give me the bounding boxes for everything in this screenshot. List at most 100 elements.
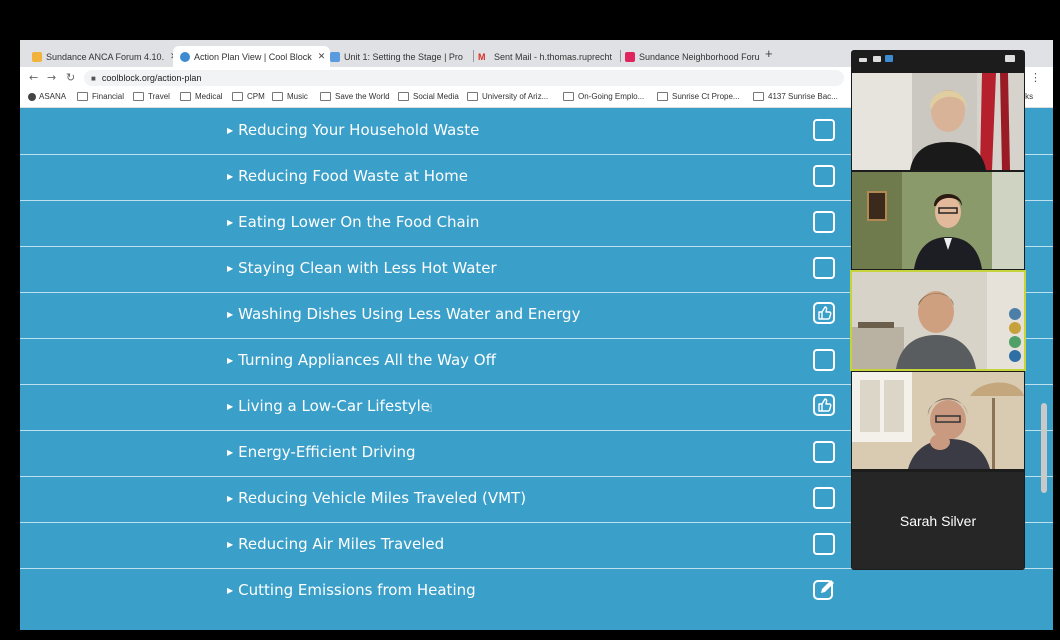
bookmark-folder[interactable]: Financial <box>77 92 124 101</box>
action-item-title[interactable]: ▶ Living a Low-Car Lifestyle <box>227 397 430 415</box>
action-item-label: Washing Dishes Using Less Water and Ener… <box>238 305 581 323</box>
tab-gmail[interactable]: M Sent Mail - h.thomas.ruprecht ✕ <box>478 46 618 67</box>
bookmark-label: On-Going Emplo... <box>578 92 645 101</box>
bookmark-label: Medical <box>195 92 223 101</box>
checkbox[interactable] <box>813 441 835 463</box>
bookmark-label: Sunrise Ct Prope... <box>672 92 740 101</box>
action-item-title[interactable]: ▶ Eating Lower On the Food Chain <box>227 213 479 231</box>
grid-view-icon[interactable] <box>873 56 881 62</box>
checkbox[interactable] <box>813 211 835 233</box>
minimize-icon[interactable] <box>859 58 867 62</box>
checkbox[interactable] <box>813 533 835 555</box>
bookmark-folder[interactable]: Save the World <box>320 92 390 101</box>
browser-menu-icon[interactable]: ⋮ <box>1030 71 1041 84</box>
folder-icon <box>563 92 574 101</box>
bookmark-folder[interactable]: 4137 Sunrise Bac... <box>753 92 838 101</box>
tab-action-plan[interactable]: Action Plan View | Cool Block ✕ <box>173 46 330 67</box>
action-item-label: Energy-Efficient Driving <box>238 443 416 461</box>
thumbs-up-icon[interactable] <box>813 394 835 416</box>
new-tab-button[interactable]: + <box>765 46 773 61</box>
participant-video[interactable] <box>852 73 1024 170</box>
tab-sundance-forum[interactable]: Sundance ANCA Forum 4.10. ✕ <box>32 46 176 67</box>
tab-label: Sundance ANCA Forum 4.10. <box>46 51 165 62</box>
bookmark-label: University of Ariz... <box>482 92 549 101</box>
bookmark-label: Save the World <box>335 92 390 101</box>
folder-icon <box>133 92 144 101</box>
checkbox[interactable] <box>813 349 835 371</box>
url-text: coolblock.org/action-plan <box>101 73 202 83</box>
bookmark-folder[interactable]: Medical <box>180 92 223 101</box>
tab-label: Sent Mail - h.thomas.ruprecht <box>494 51 613 62</box>
tab-sundance-neighborhood[interactable]: Sundance Neighborhood Foru ✕ <box>625 46 762 67</box>
bookmark-asana[interactable]: ASANA <box>28 92 66 101</box>
panel-toolbar <box>851 50 1025 72</box>
fullscreen-icon[interactable] <box>1005 55 1015 62</box>
back-arrow-icon[interactable]: ← <box>29 71 38 84</box>
caret-right-icon: ▶ <box>227 402 234 411</box>
address-bar[interactable]: ■ coolblock.org/action-plan <box>84 70 844 86</box>
tab-divider <box>620 50 621 62</box>
tab-unit-1[interactable]: Unit 1: Setting the Stage | Pro ✕ <box>330 46 470 67</box>
edit-icon[interactable] <box>813 578 835 600</box>
bookmark-label: CPM <box>247 92 265 101</box>
action-item-label: Living a Low-Car Lifestyle <box>238 397 431 415</box>
forward-arrow-icon[interactable]: → <box>47 71 56 84</box>
checkbox[interactable] <box>813 257 835 279</box>
checkbox[interactable] <box>813 165 835 187</box>
action-item-title[interactable]: ▶ Reducing Your Household Waste <box>227 121 479 139</box>
hand-cursor-icon: ☝ <box>426 402 433 415</box>
tab-label: Sundance Neighborhood Foru <box>639 51 760 62</box>
caret-right-icon: ▶ <box>227 494 234 503</box>
action-item-title[interactable]: ▶ Turning Appliances All the Way Off <box>227 351 496 369</box>
globe-icon <box>180 51 190 62</box>
bookmark-label: Financial <box>92 92 125 101</box>
participant-video-image <box>852 172 1024 269</box>
bookmark-folder[interactable]: Sunrise Ct Prope... <box>657 92 740 101</box>
speaker-view-icon[interactable] <box>885 55 893 62</box>
bookmark-label: Social Media <box>413 92 459 101</box>
checkbox[interactable] <box>813 487 835 509</box>
tab-divider <box>473 50 474 62</box>
bookmark-label: 4137 Sunrise Bac... <box>768 92 838 101</box>
participant-video[interactable] <box>852 172 1024 269</box>
action-item-label: Staying Clean with Less Hot Water <box>238 259 497 277</box>
bookmark-folder[interactable]: Social Media <box>398 92 459 101</box>
action-item-label: Reducing Food Waste at Home <box>238 167 469 185</box>
action-item-title[interactable]: ▶ Cutting Emissions from Heating <box>227 581 476 599</box>
bookmark-folder[interactable]: Travel <box>133 92 170 101</box>
meetup-icon <box>625 51 635 62</box>
action-item-title[interactable]: ▶ Reducing Vehicle Miles Traveled (VMT) <box>227 489 526 507</box>
action-item-title[interactable]: ▶ Staying Clean with Less Hot Water <box>227 259 497 277</box>
participant-video[interactable] <box>852 372 1024 469</box>
action-item[interactable]: ▶ Cutting Emissions from Heating <box>20 568 1053 614</box>
action-item-title[interactable]: ▶ Reducing Air Miles Traveled <box>227 535 444 553</box>
gmail-icon: M <box>478 51 486 62</box>
bookmark-label: Music <box>287 92 308 101</box>
folder-icon <box>232 92 243 101</box>
bookmark-label: ASANA <box>39 92 67 101</box>
action-item-title[interactable]: ▶ Washing Dishes Using Less Water and Ene… <box>227 305 580 323</box>
action-item-title[interactable]: ▶ Energy-Efficient Driving <box>227 443 416 461</box>
tab-label: Unit 1: Setting the Stage | Pro <box>344 51 463 62</box>
participant-name-tile[interactable]: Sarah Silver <box>852 472 1024 569</box>
participant-video-image <box>852 272 1024 369</box>
close-icon[interactable]: ✕ <box>318 51 326 62</box>
bookmark-folder[interactable]: On-Going Emplo... <box>563 92 644 101</box>
reload-icon[interactable]: ↻ <box>66 71 75 84</box>
participant-video-active-speaker[interactable] <box>850 270 1026 371</box>
thumbs-up-icon[interactable] <box>813 302 835 324</box>
action-item-title[interactable]: ▶ Reducing Food Waste at Home <box>227 167 468 185</box>
bookmark-folder[interactable]: University of Ariz... <box>467 92 548 101</box>
tab-label: Action Plan View | Cool Block <box>194 51 312 62</box>
scrollbar-thumb[interactable] <box>1041 403 1047 493</box>
bookmark-folder[interactable]: Music <box>272 92 308 101</box>
caret-right-icon: ▶ <box>227 448 234 457</box>
lock-icon: ■ <box>91 73 96 83</box>
bookmark-folder[interactable]: CPM <box>232 92 265 101</box>
close-icon[interactable]: ✕ <box>469 51 470 62</box>
page-icon <box>330 51 340 62</box>
caret-right-icon: ▶ <box>227 310 234 319</box>
folder-icon <box>272 92 283 101</box>
folder-icon <box>77 92 88 101</box>
checkbox[interactable] <box>813 119 835 141</box>
